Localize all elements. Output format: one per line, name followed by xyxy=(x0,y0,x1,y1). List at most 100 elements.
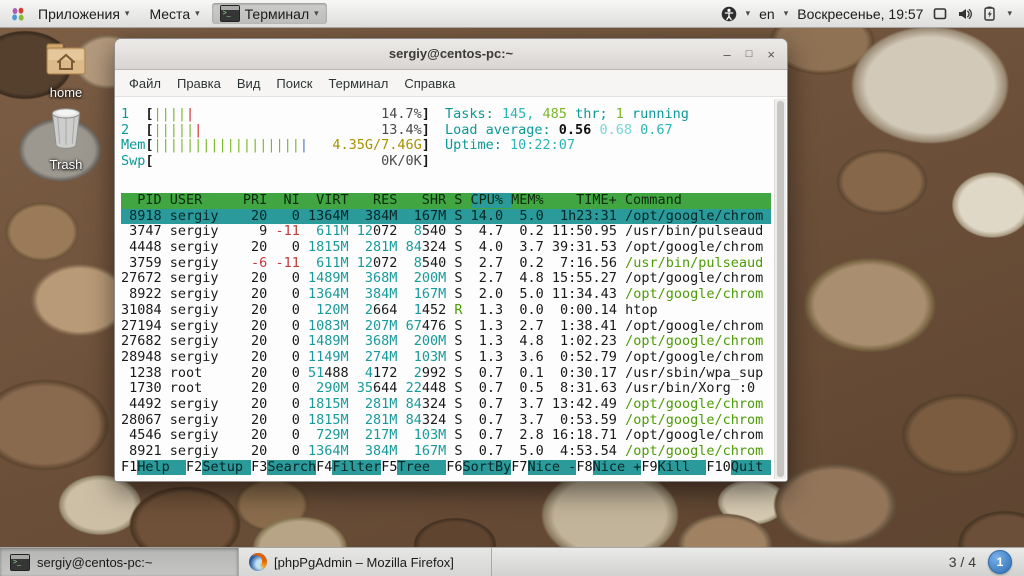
text-segment xyxy=(349,443,357,459)
text-segment xyxy=(406,270,414,286)
desktop-icon-home[interactable]: home xyxy=(34,40,98,100)
maximize-button[interactable]: □ xyxy=(746,48,753,60)
table-row[interactable]: 4448 sergiy 20 0 1815M 281M 84324 S 4.0 … xyxy=(121,240,771,256)
text-segment: 1149M xyxy=(308,349,349,365)
text-segment: /opt/google/chrom xyxy=(625,396,763,412)
window-titlebar[interactable]: sergiy@centos-pc:~ – □ × xyxy=(115,39,787,70)
table-row[interactable]: 28948 sergiy 20 0 1149M 274M 103M S 1.3 … xyxy=(121,350,771,366)
notification-badge[interactable]: 1 xyxy=(988,550,1012,574)
text-segment: 2.7 4.8 15:55.27 xyxy=(463,270,626,286)
text-segment xyxy=(308,380,316,396)
table-row[interactable]: 8922 sergiy 20 0 1364M 384M 167M S 2.0 5… xyxy=(121,287,771,303)
table-row[interactable]: 28067 sergiy 20 0 1815M 281M 84324 S 0.7… xyxy=(121,413,771,429)
minimize-button[interactable]: – xyxy=(724,47,731,62)
table-row[interactable]: 8921 sergiy 20 0 1364M 384M 167M S 0.7 5… xyxy=(121,444,771,460)
text-segment: 0.7 3.7 13:42.49 xyxy=(463,396,626,412)
text-segment: | xyxy=(186,107,194,122)
text-segment xyxy=(308,223,316,239)
table-row[interactable]: 4492 sergiy 20 0 1815M 281M 84324 S 0.7 … xyxy=(121,397,771,413)
fkey-F1[interactable]: F1Help xyxy=(121,460,186,475)
text-segment: 1238 root xyxy=(121,365,243,381)
fkey-F10[interactable]: F10Quit xyxy=(706,460,771,475)
fkey-F6[interactable]: F6SortBy xyxy=(446,460,511,475)
volume-icon[interactable] xyxy=(957,6,973,22)
terminal-content[interactable]: 1 [||||| 14.7%]2 [|||||| 13.4%]Mem[|||||… xyxy=(115,97,787,481)
text-segment: S xyxy=(454,239,462,255)
fkey-F5[interactable]: F5Tree xyxy=(381,460,446,475)
text-segment: CPU% xyxy=(471,193,512,208)
text-segment: 1.3 2.7 1:38.41 xyxy=(463,318,626,334)
table-row[interactable]: 27682 sergiy 20 0 1489M 368M 200M S 1.3 … xyxy=(121,334,771,350)
active-app-menu[interactable]: Терминал ▾ xyxy=(212,3,327,24)
table-row[interactable]: 31084 sergiy 20 0 120M 2664 1452 R 1.3 0… xyxy=(121,303,771,319)
text-segment: Load average: xyxy=(445,122,559,138)
text-segment xyxy=(300,286,308,302)
chevron-down-icon[interactable]: ▾ xyxy=(784,9,789,18)
text-segment: 200M xyxy=(414,333,447,349)
text-segment: F4 xyxy=(316,460,332,475)
text-segment: 4448 sergiy xyxy=(121,239,243,255)
table-row[interactable]: 8918 sergiy 20 0 1364M 384M 167M S 14.0 … xyxy=(121,209,771,225)
text-segment: S xyxy=(454,427,462,443)
text-segment xyxy=(397,286,405,302)
text-segment: 0 xyxy=(275,412,299,428)
fkey-F8[interactable]: F8Nice + xyxy=(576,460,641,475)
keyboard-layout-indicator[interactable]: en xyxy=(759,6,775,22)
display-icon[interactable] xyxy=(932,6,948,22)
text-segment: 0.68 xyxy=(599,122,640,138)
clock[interactable]: Воскресенье, 19:57 xyxy=(797,6,923,22)
accessibility-icon[interactable] xyxy=(721,6,737,22)
menu-terminal[interactable]: Терминал xyxy=(320,76,396,91)
text-segment: 1364M xyxy=(308,286,349,302)
menu-help[interactable]: Справка xyxy=(396,76,463,91)
scrollbar[interactable] xyxy=(774,99,786,479)
chevron-down-icon[interactable]: ▾ xyxy=(1007,9,1012,18)
text-segment xyxy=(300,443,308,459)
trash-can-icon xyxy=(47,106,85,150)
table-row[interactable]: 3747 sergiy 9 -11 611M 12072 8540 S 4.7 … xyxy=(121,224,771,240)
menu-applications[interactable]: Приложения ▾ xyxy=(30,4,137,24)
fkey-F2[interactable]: F2Setup xyxy=(186,460,251,475)
desktop-icon-trash[interactable]: Trash xyxy=(34,106,98,172)
close-button[interactable]: × xyxy=(767,47,775,62)
menu-places[interactable]: Места ▾ xyxy=(141,4,207,24)
table-row[interactable]: 4546 sergiy 20 0 729M 217M 103M S 0.7 2.… xyxy=(121,428,771,444)
text-segment xyxy=(397,412,405,428)
summary-line: Load average: 0.56 0.68 0.67 xyxy=(445,123,765,139)
fkey-F9[interactable]: F9Kill xyxy=(641,460,706,475)
text-segment: 0.7 3.7 0:53.59 xyxy=(463,412,626,428)
window-title: sergiy@centos-pc:~ xyxy=(115,39,787,69)
taskbar-button-terminal[interactable]: sergiy@centos-pc:~ xyxy=(0,548,239,576)
chevron-down-icon: ▾ xyxy=(314,9,319,18)
text-segment: 0.67 xyxy=(640,122,673,138)
menu-edit[interactable]: Правка xyxy=(169,76,229,91)
terminal-window: sergiy@centos-pc:~ – □ × Файл Правка Вид… xyxy=(114,38,788,482)
table-row[interactable]: 3759 sergiy -6 -11 611M 12072 8540 S 2.7… xyxy=(121,256,771,272)
text-segment: 0 xyxy=(275,349,299,365)
text-segment: 27194 sergiy xyxy=(121,318,243,334)
text-segment: S xyxy=(454,255,462,271)
text-segment: ] xyxy=(422,122,430,138)
text-segment: /opt/google/chrom xyxy=(625,208,763,224)
table-row[interactable]: 1730 root 20 0 290M 35644 22448 S 0.7 0.… xyxy=(121,381,771,397)
workspace-indicator[interactable]: 3 / 4 xyxy=(949,554,976,570)
fkey-F7[interactable]: F7Nice - xyxy=(511,460,576,475)
text-segment xyxy=(349,239,357,255)
fkey-F3[interactable]: F3Search xyxy=(251,460,316,475)
scrollbar-handle[interactable] xyxy=(777,101,784,477)
menu-view[interactable]: Вид xyxy=(229,76,269,91)
text-segment: 1815M xyxy=(308,396,349,412)
chevron-down-icon: ▾ xyxy=(125,9,130,18)
chevron-down-icon[interactable]: ▾ xyxy=(746,9,751,18)
taskbar-button-firefox[interactable]: [phpPgAdmin – Mozilla Firefox] xyxy=(239,548,492,576)
text-segment: 0 xyxy=(275,239,299,255)
fkey-F4[interactable]: F4Filter xyxy=(316,460,381,475)
table-header[interactable]: PID USER PRI NI VIRT RES SHR S CPU% MEM%… xyxy=(121,193,771,209)
menu-search[interactable]: Поиск xyxy=(268,76,320,91)
table-row[interactable]: 1238 root 20 0 51488 4172 2992 S 0.7 0.1… xyxy=(121,366,771,382)
menu-file[interactable]: Файл xyxy=(121,76,169,91)
text-segment: -11 xyxy=(275,255,299,271)
table-row[interactable]: 27672 sergiy 20 0 1489M 368M 200M S 2.7 … xyxy=(121,271,771,287)
table-row[interactable]: 27194 sergiy 20 0 1083M 207M 67476 S 1.3… xyxy=(121,319,771,335)
battery-icon[interactable] xyxy=(982,6,998,22)
